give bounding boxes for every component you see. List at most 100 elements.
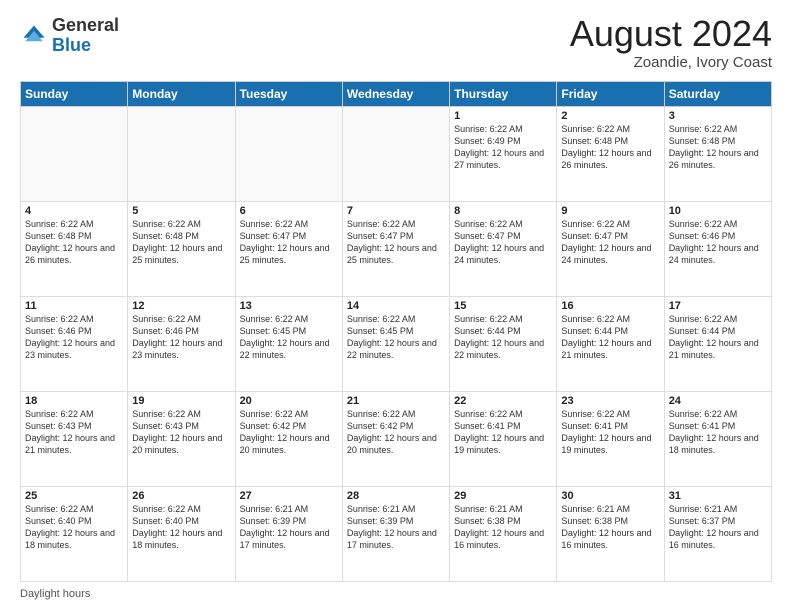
calendar-cell: 11Sunrise: 6:22 AM Sunset: 6:46 PM Dayli…	[21, 297, 128, 392]
day-info: Sunrise: 6:22 AM Sunset: 6:41 PM Dayligh…	[669, 408, 767, 457]
calendar-header-friday: Friday	[557, 82, 664, 107]
day-number: 26	[132, 490, 230, 502]
calendar-cell: 1Sunrise: 6:22 AM Sunset: 6:49 PM Daylig…	[450, 107, 557, 202]
calendar-table: SundayMondayTuesdayWednesdayThursdayFrid…	[20, 81, 772, 582]
calendar-cell: 7Sunrise: 6:22 AM Sunset: 6:47 PM Daylig…	[342, 202, 449, 297]
day-number: 22	[454, 395, 552, 407]
page: General Blue August 2024 Zoandie, Ivory …	[0, 0, 792, 612]
day-info: Sunrise: 6:22 AM Sunset: 6:46 PM Dayligh…	[132, 313, 230, 362]
calendar-cell: 6Sunrise: 6:22 AM Sunset: 6:47 PM Daylig…	[235, 202, 342, 297]
daylight-label: Daylight hours	[20, 588, 90, 600]
calendar-cell: 19Sunrise: 6:22 AM Sunset: 6:43 PM Dayli…	[128, 392, 235, 487]
day-number: 18	[25, 395, 123, 407]
calendar-week-2: 11 Sunrise: 6:22 AM Sunset: 6:46 PM Dayli…	[21, 297, 772, 392]
calendar-cell	[21, 107, 128, 202]
day-number: 5	[132, 205, 230, 217]
subtitle: Zoandie, Ivory Coast	[570, 54, 772, 71]
month-title: August 2024	[570, 16, 772, 52]
calendar-header-tuesday: Tuesday	[235, 82, 342, 107]
calendar-cell: 17Sunrise: 6:22 AM Sunset: 6:44 PM Dayli…	[664, 297, 771, 392]
day-number: 9	[561, 205, 659, 217]
calendar-cell: 5Sunrise: 6:22 AM Sunset: 6:48 PM Daylig…	[128, 202, 235, 297]
day-info: Sunrise: 6:22 AM Sunset: 6:42 PM Dayligh…	[240, 408, 338, 457]
day-info: Sunrise: 6:22 AM Sunset: 6:48 PM Dayligh…	[132, 218, 230, 267]
day-info: Sunrise: 6:22 AM Sunset: 6:48 PM Dayligh…	[25, 218, 123, 267]
day-info: Sunrise: 6:21 AM Sunset: 6:39 PM Dayligh…	[240, 503, 338, 552]
day-number: 16	[561, 300, 659, 312]
day-number: 31	[669, 490, 767, 502]
day-info: Sunrise: 6:21 AM Sunset: 6:39 PM Dayligh…	[347, 503, 445, 552]
calendar-cell: 22Sunrise: 6:22 AM Sunset: 6:41 PM Dayli…	[450, 392, 557, 487]
day-info: Sunrise: 6:22 AM Sunset: 6:40 PM Dayligh…	[132, 503, 230, 552]
logo: General Blue	[20, 16, 119, 56]
calendar-cell: 21Sunrise: 6:22 AM Sunset: 6:42 PM Dayli…	[342, 392, 449, 487]
calendar-cell: 3Sunrise: 6:22 AM Sunset: 6:48 PM Daylig…	[664, 107, 771, 202]
calendar-cell: 14Sunrise: 6:22 AM Sunset: 6:45 PM Dayli…	[342, 297, 449, 392]
day-info: Sunrise: 6:22 AM Sunset: 6:47 PM Dayligh…	[240, 218, 338, 267]
calendar-cell: 24Sunrise: 6:22 AM Sunset: 6:41 PM Dayli…	[664, 392, 771, 487]
day-info: Sunrise: 6:21 AM Sunset: 6:37 PM Dayligh…	[669, 503, 767, 552]
calendar-week-3: 18Sunrise: 6:22 AM Sunset: 6:43 PM Dayli…	[21, 392, 772, 487]
day-number: 11	[25, 300, 123, 312]
day-info: Sunrise: 6:22 AM Sunset: 6:48 PM Dayligh…	[669, 123, 767, 172]
day-number: 30	[561, 490, 659, 502]
day-number: 10	[669, 205, 767, 217]
calendar-cell: 29Sunrise: 6:21 AM Sunset: 6:38 PM Dayli…	[450, 487, 557, 582]
calendar-cell: 30Sunrise: 6:21 AM Sunset: 6:38 PM Dayli…	[557, 487, 664, 582]
day-info: Sunrise: 6:21 AM Sunset: 6:38 PM Dayligh…	[454, 503, 552, 552]
calendar-cell: 26Sunrise: 6:22 AM Sunset: 6:40 PM Dayli…	[128, 487, 235, 582]
calendar-cell	[342, 107, 449, 202]
calendar-cell: 4Sunrise: 6:22 AM Sunset: 6:48 PM Daylig…	[21, 202, 128, 297]
title-block: August 2024 Zoandie, Ivory Coast	[570, 16, 772, 71]
day-info: Sunrise: 6:22 AM Sunset: 6:44 PM Dayligh…	[669, 313, 767, 362]
calendar-cell: 12Sunrise: 6:22 AM Sunset: 6:46 PM Dayli…	[128, 297, 235, 392]
day-number: 27	[240, 490, 338, 502]
day-info: Sunrise: 6:22 AM Sunset: 6:46 PM Dayligh…	[669, 218, 767, 267]
calendar-cell: 25Sunrise: 6:22 AM Sunset: 6:40 PM Dayli…	[21, 487, 128, 582]
day-number: 24	[669, 395, 767, 407]
calendar-cell: 31Sunrise: 6:21 AM Sunset: 6:37 PM Dayli…	[664, 487, 771, 582]
logo-text: General Blue	[52, 16, 119, 56]
day-info: Sunrise: 6:22 AM Sunset: 6:45 PM Dayligh…	[347, 313, 445, 362]
day-info: Sunrise: 6:22 AM Sunset: 6:47 PM Dayligh…	[454, 218, 552, 267]
logo-icon	[20, 22, 48, 50]
day-info: Sunrise: 6:22 AM Sunset: 6:45 PM Dayligh…	[240, 313, 338, 362]
calendar-cell: 18Sunrise: 6:22 AM Sunset: 6:43 PM Dayli…	[21, 392, 128, 487]
calendar-header-monday: Monday	[128, 82, 235, 107]
calendar-cell: 23Sunrise: 6:22 AM Sunset: 6:41 PM Dayli…	[557, 392, 664, 487]
day-number: 2	[561, 110, 659, 122]
day-number: 6	[240, 205, 338, 217]
calendar-cell: 16Sunrise: 6:22 AM Sunset: 6:44 PM Dayli…	[557, 297, 664, 392]
calendar-cell: 27Sunrise: 6:21 AM Sunset: 6:39 PM Dayli…	[235, 487, 342, 582]
calendar-header-saturday: Saturday	[664, 82, 771, 107]
day-number: 8	[454, 205, 552, 217]
day-info: Sunrise: 6:22 AM Sunset: 6:40 PM Dayligh…	[25, 503, 123, 552]
day-number: 19	[132, 395, 230, 407]
day-info: Sunrise: 6:22 AM Sunset: 6:49 PM Dayligh…	[454, 123, 552, 172]
calendar-cell: 2Sunrise: 6:22 AM Sunset: 6:48 PM Daylig…	[557, 107, 664, 202]
day-number: 23	[561, 395, 659, 407]
day-info: Sunrise: 6:22 AM Sunset: 6:42 PM Dayligh…	[347, 408, 445, 457]
day-info: Sunrise: 6:22 AM Sunset: 6:48 PM Dayligh…	[561, 123, 659, 172]
day-info: Sunrise: 6:22 AM Sunset: 6:47 PM Dayligh…	[561, 218, 659, 267]
day-info: Sunrise: 6:21 AM Sunset: 6:38 PM Dayligh…	[561, 503, 659, 552]
day-number: 15	[454, 300, 552, 312]
calendar-header-wednesday: Wednesday	[342, 82, 449, 107]
day-info: Sunrise: 6:22 AM Sunset: 6:41 PM Dayligh…	[454, 408, 552, 457]
day-number: 28	[347, 490, 445, 502]
day-number: 13	[240, 300, 338, 312]
calendar-cell: 13Sunrise: 6:22 AM Sunset: 6:45 PM Dayli…	[235, 297, 342, 392]
day-number: 4	[25, 205, 123, 217]
day-info: Sunrise: 6:22 AM Sunset: 6:43 PM Dayligh…	[25, 408, 123, 457]
day-number: 14	[347, 300, 445, 312]
day-number: 3	[669, 110, 767, 122]
calendar-week-4: 25Sunrise: 6:22 AM Sunset: 6:40 PM Dayli…	[21, 487, 772, 582]
calendar-week-0: 1Sunrise: 6:22 AM Sunset: 6:49 PM Daylig…	[21, 107, 772, 202]
footer: Daylight hours	[20, 588, 772, 600]
day-info: Sunrise: 6:22 AM Sunset: 6:41 PM Dayligh…	[561, 408, 659, 457]
calendar-cell	[128, 107, 235, 202]
day-info: Sunrise: 6:22 AM Sunset: 6:44 PM Dayligh…	[454, 313, 552, 362]
day-info: Sunrise: 6:22 AM Sunset: 6:44 PM Dayligh…	[561, 313, 659, 362]
day-number: 25	[25, 490, 123, 502]
day-info: Sunrise: 6:22 AM Sunset: 6:43 PM Dayligh…	[132, 408, 230, 457]
